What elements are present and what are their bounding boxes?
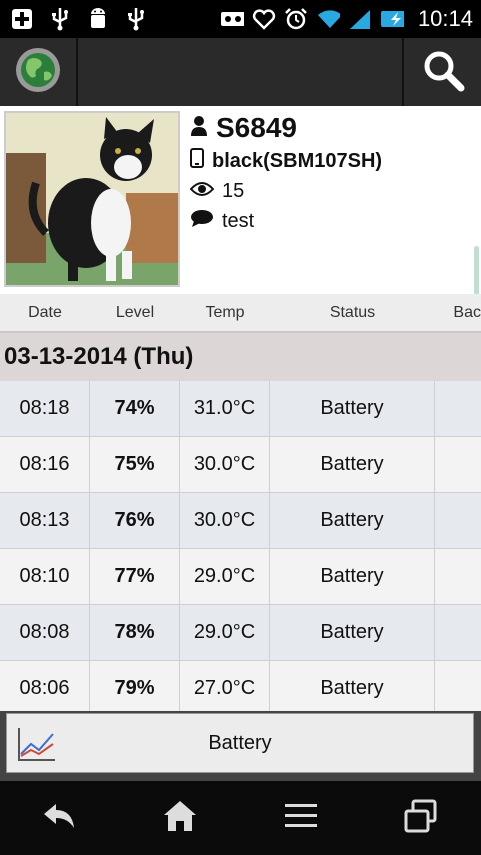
table-row[interactable]: 08:16 75% 30.0°C Battery — [0, 437, 481, 493]
row-extra — [435, 437, 481, 492]
row-status: Battery — [270, 381, 435, 436]
row-time: 08:06 — [0, 661, 90, 711]
comment-row: test — [190, 209, 382, 233]
table-header: Date Level Temp Status Bac — [0, 294, 481, 333]
comment-text: test — [222, 209, 255, 232]
row-time: 08:16 — [0, 437, 90, 492]
row-level: 75% — [90, 437, 180, 492]
search-icon — [421, 48, 465, 97]
add-icon — [10, 7, 34, 31]
row-temp: 29.0°C — [180, 605, 270, 660]
row-extra — [435, 605, 481, 660]
row-extra — [435, 493, 481, 548]
row-level: 74% — [90, 381, 180, 436]
bottom-panel: Battery — [0, 711, 481, 781]
battery-button-label: Battery — [208, 731, 272, 754]
row-level: 77% — [90, 549, 180, 604]
back-button[interactable] — [30, 788, 90, 848]
table-row[interactable]: 08:18 74% 31.0°C Battery — [0, 381, 481, 437]
signal-icon — [348, 7, 372, 31]
table-row[interactable]: 08:06 79% 27.0°C Battery — [0, 661, 481, 711]
app-bar — [0, 38, 481, 107]
row-extra — [435, 381, 481, 436]
eye-icon — [189, 180, 215, 203]
views-row: 15 — [189, 180, 382, 203]
row-extra — [435, 549, 481, 604]
date-group-header: 03-13-2014 (Thu) — [0, 333, 481, 381]
person-icon — [190, 112, 208, 144]
clock: 10:14 — [417, 6, 473, 31]
date-group-label: 03-13-2014 (Thu) — [4, 343, 194, 370]
wifi-icon — [316, 7, 340, 31]
user-row: S6849 — [190, 112, 382, 144]
home-icon — [162, 799, 198, 838]
status-bar: 10:14 — [0, 0, 481, 38]
row-status: Battery — [270, 661, 435, 711]
row-time: 08:13 — [0, 493, 90, 548]
search-button[interactable] — [402, 38, 481, 106]
row-level: 79% — [90, 661, 180, 711]
device-info: S6849 black(SBM107SH) 15 test — [189, 106, 382, 233]
row-temp: 29.0°C — [180, 549, 270, 604]
table-row[interactable]: 08:08 78% 29.0°C Battery — [0, 605, 481, 661]
row-status: Battery — [270, 549, 435, 604]
device-name: black(SBM107SH) — [212, 149, 383, 172]
profile-panel: S6849 black(SBM107SH) 15 test — [0, 106, 481, 396]
column-header-status[interactable]: Status — [270, 294, 435, 331]
menu-button[interactable] — [271, 788, 331, 848]
back-icon — [42, 802, 78, 835]
usb-icon — [48, 7, 72, 31]
phone-icon — [190, 148, 204, 174]
row-temp: 30.0°C — [180, 493, 270, 548]
battery-button[interactable]: Battery — [6, 713, 474, 773]
row-level: 78% — [90, 605, 180, 660]
row-status: Battery — [270, 605, 435, 660]
row-time: 08:08 — [0, 605, 90, 660]
heart-icon — [252, 7, 276, 31]
row-status: Battery — [270, 493, 435, 548]
column-header-level[interactable]: Level — [90, 294, 180, 331]
row-time: 08:10 — [0, 549, 90, 604]
battery-charging-icon — [380, 7, 404, 31]
home-button[interactable] — [150, 788, 210, 848]
column-header-temp[interactable]: Temp — [180, 294, 270, 331]
row-temp: 30.0°C — [180, 437, 270, 492]
table-rows[interactable]: 08:18 74% 31.0°C Battery 08:16 75% 30.0°… — [0, 381, 481, 711]
row-extra — [435, 661, 481, 711]
globe-icon — [14, 46, 62, 99]
cat-photo[interactable] — [4, 111, 180, 287]
comment-icon — [190, 209, 214, 233]
table-row[interactable]: 08:10 77% 29.0°C Battery — [0, 549, 481, 605]
navigation-bar — [0, 781, 481, 855]
row-status: Battery — [270, 437, 435, 492]
row-temp: 27.0°C — [180, 661, 270, 711]
row-temp: 31.0°C — [180, 381, 270, 436]
menu-icon — [283, 802, 319, 835]
voicemail-icon — [220, 7, 244, 31]
globe-button[interactable] — [0, 38, 78, 106]
recent-apps-button[interactable] — [391, 788, 451, 848]
alarm-icon — [284, 7, 308, 31]
android-icon — [86, 7, 110, 31]
column-header-date[interactable]: Date — [0, 294, 90, 331]
usb-icon — [124, 7, 148, 31]
views-count: 15 — [222, 180, 245, 202]
row-level: 76% — [90, 493, 180, 548]
column-header-bac[interactable]: Bac — [435, 294, 481, 331]
row-time: 08:18 — [0, 381, 90, 436]
user-name: S6849 — [216, 112, 297, 143]
recent-apps-icon — [403, 799, 439, 838]
device-row: black(SBM107SH) — [190, 148, 382, 174]
table-row[interactable]: 08:13 76% 30.0°C Battery — [0, 493, 481, 549]
